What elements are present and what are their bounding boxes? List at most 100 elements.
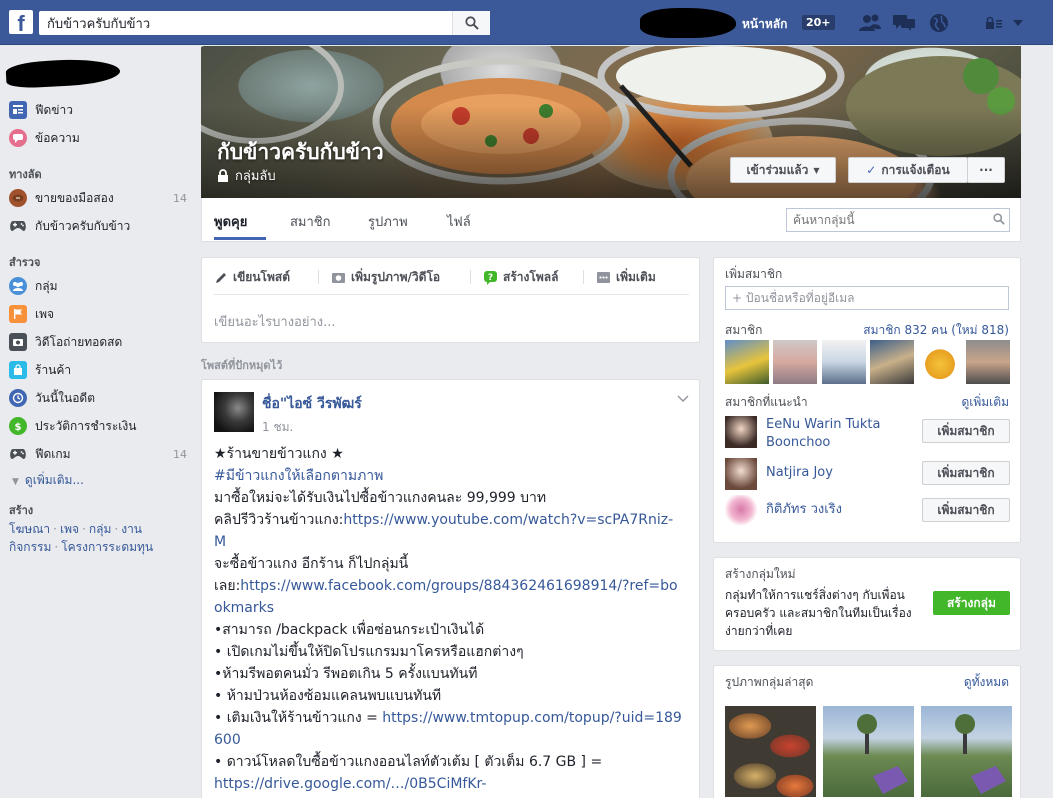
search-icon[interactable] <box>993 213 1005 228</box>
add-member-button[interactable]: เพิ่มสมาชิก <box>922 498 1010 522</box>
sidebar-item-pages[interactable]: เพจ <box>9 304 187 324</box>
members-count-link[interactable]: สมาชิก 832 คน (ใหม่ 818) <box>863 321 1009 340</box>
add-photo-video-tab[interactable]: เพิ่มรูปภาพ/วิดีโอ <box>331 268 440 287</box>
group-photo-thumbnail[interactable] <box>725 706 816 797</box>
composer-input[interactable]: เขียนอะไรบางอย่าง... <box>214 311 336 332</box>
create-group-description: กลุ่มทำให้การแชร์สิ่งต่างๆ กับเพื่อน ครอ… <box>725 588 912 638</box>
group-search-input[interactable] <box>787 209 987 231</box>
post-options-chevron-down-icon[interactable] <box>677 392 689 406</box>
suggested-see-more-link[interactable]: ดูเพิ่มเติม <box>961 393 1009 412</box>
dollar-coin-icon: $ <box>9 417 27 435</box>
post-line: •ห้ามรีพอตคนมั่ว รีพอตเกิน 5 ครั้งแบนทัน… <box>214 663 684 685</box>
sidebar-item-label: ข้อความ <box>35 130 80 145</box>
create-ad-link[interactable]: โฆษณา <box>9 522 50 536</box>
notifications-globe-icon[interactable] <box>927 12 951 34</box>
sidebar-item-on-this-day[interactable]: วันนี้ในอดีต <box>9 388 187 408</box>
sidebar-item-count: 14 <box>173 447 187 461</box>
news-feed-icon <box>9 101 27 119</box>
member-avatar[interactable] <box>966 340 1010 384</box>
create-poll-label: สร้างโพลล์ <box>503 270 559 284</box>
post-author-name[interactable]: ชื่อ"ไอซ์ วีรพัฒร์ <box>262 393 362 415</box>
pinned-post: ชื่อ"ไอซ์ วีรพัฒร์ 1 ชม. ★ร้านขายข้าวแกง… <box>201 379 700 798</box>
post-text: ★ร้านขายข้าวแกง ★ <box>214 446 344 462</box>
group-photo-thumbnail[interactable] <box>921 706 1012 797</box>
sidebar-item-payment-history[interactable]: $ ประวัติการชำระเงิน <box>9 416 187 436</box>
post-timestamp[interactable]: 1 ชม. <box>262 418 293 437</box>
sidebar-item-game-feed[interactable]: ฟีดเกม 14 <box>9 444 187 464</box>
redacted-user-name <box>5 57 121 89</box>
member-avatar[interactable] <box>773 340 817 384</box>
suggested-member-name[interactable]: กิติภัทร วงเริง <box>766 501 916 519</box>
more-label: เพิ่มเติม <box>616 270 656 284</box>
create-fundraiser-link[interactable]: โครงการระดมทุน <box>61 540 153 554</box>
sidebar-item-groups[interactable]: กลุ่ม <box>9 276 187 296</box>
suggested-member-avatar[interactable] <box>725 416 757 448</box>
sidebar-item-shortcut-group[interactable]: กับข้าวครับกับข้าว <box>9 216 187 236</box>
privacy-shortcuts-icon[interactable] <box>982 12 1006 34</box>
member-avatar[interactable] <box>918 340 962 384</box>
friend-requests-icon[interactable] <box>858 12 882 34</box>
create-event-link[interactable]: งาน <box>121 522 142 536</box>
suggested-member-row: Natjira Joy เพิ่มสมาชิก <box>725 458 1015 498</box>
write-post-label: เขียนโพสต์ <box>233 270 291 284</box>
post-author-avatar[interactable] <box>214 392 254 432</box>
create-links: โฆษณา · เพจ · กลุ่ม · งาน กิจกรรม · โครงการระดมท… <box>9 520 184 556</box>
add-photo-video-label: เพิ่มรูปภาพ/วิดีโอ <box>351 270 441 284</box>
tab-files[interactable]: ไฟล์ <box>447 211 471 232</box>
hashtag-link[interactable]: #มีข้าวแกงให้เลือกตามภาพ <box>214 468 383 484</box>
sidebar-item-news-feed[interactable]: ฟีดข่าว <box>9 100 187 120</box>
account-menu-chevron-down-icon[interactable] <box>1006 12 1030 34</box>
see-all-photos-link[interactable]: ดูทั้งหมด <box>964 673 1009 692</box>
sidebar-item-shop[interactable]: ร้านค้า <box>9 360 187 380</box>
search-button[interactable] <box>452 11 490 35</box>
group-photo-thumbnail[interactable] <box>823 706 914 797</box>
sidebar-item-messages[interactable]: ข้อความ <box>9 128 187 148</box>
facebook-logo-icon[interactable]: f <box>9 10 33 34</box>
create-group-link[interactable]: กลุ่ม <box>89 522 112 536</box>
sidebar-item-label: วิดีโอถ่ายทอดสด <box>35 334 123 349</box>
post-text: • เติมเงินให้ร้านข้าวแกง = <box>214 710 383 726</box>
add-member-button[interactable]: เพิ่มสมาชิก <box>922 461 1010 485</box>
suggested-member-name[interactable]: EeNu Warin Tukta Boonchoo <box>766 416 916 452</box>
facebook-group-link[interactable]: https://www.facebook.com/groups/88436246… <box>214 578 678 616</box>
more-dots-icon: ··· <box>979 163 993 177</box>
more-tab[interactable]: เพิ่มเติม <box>596 268 656 287</box>
search-input[interactable] <box>39 11 453 35</box>
create-header: สร้าง <box>9 504 34 517</box>
separator-dot: · <box>82 522 86 536</box>
suggested-member-avatar[interactable] <box>725 458 757 490</box>
shopping-bag-icon <box>9 361 27 379</box>
more-options-button[interactable]: ··· <box>967 157 1005 183</box>
add-member-input[interactable]: + ป้อนชื่อหรือที่อยู่อีเมล <box>725 286 1009 310</box>
member-avatar[interactable] <box>870 340 914 384</box>
create-page-link[interactable]: เพจ <box>60 522 79 536</box>
messages-icon[interactable] <box>892 12 916 34</box>
joined-button[interactable]: เข้าร่วมแล้ว ▼ <box>730 157 836 183</box>
google-drive-link[interactable]: https://drive.google.com/…/0B5CiMfKr- <box>214 776 486 792</box>
tab-members[interactable]: สมาชิก <box>290 211 331 232</box>
gamepad-icon <box>9 217 27 235</box>
composer-tab-separator <box>470 270 471 284</box>
recent-photos-card: รูปภาพกลุ่มล่าสุด ดูทั้งหมด <box>713 665 1021 798</box>
search-icon <box>464 16 479 30</box>
game-screenshot-icon <box>857 714 908 794</box>
add-member-button[interactable]: เพิ่มสมาชิก <box>922 419 1010 443</box>
sidebar-item-shortcut-secondhand[interactable]: ขายของมือสอง 14 <box>9 188 187 208</box>
create-poll-tab[interactable]: ? สร้างโพลล์ <box>483 268 558 287</box>
sidebar-item-live-video[interactable]: วิดีโอถ่ายทอดสด <box>9 332 187 352</box>
create-group-button[interactable]: สร้างกลุ่ม <box>933 591 1010 615</box>
caret-down-icon: ▼ <box>813 165 820 175</box>
see-more-link[interactable]: ▼ ดูเพิ่มเติม... <box>12 471 84 490</box>
tab-photos[interactable]: รูปภาพ <box>368 211 408 232</box>
suggested-member-avatar[interactable] <box>725 495 757 527</box>
notifications-button[interactable]: ✓ การแจ้งเตือน <box>848 157 968 183</box>
sidebar-item-count: 14 <box>173 191 187 205</box>
suggested-member-name[interactable]: Natjira Joy <box>766 464 916 482</box>
create-activity-link[interactable]: กิจกรรม <box>9 540 51 554</box>
home-link[interactable]: หน้าหลัก <box>742 15 787 34</box>
tab-discussion[interactable]: พูดคุย <box>214 211 247 232</box>
member-avatar[interactable] <box>822 340 866 384</box>
member-avatar[interactable] <box>725 340 769 384</box>
write-post-tab[interactable]: เขียนโพสต์ <box>214 268 290 287</box>
see-more-label: ดูเพิ่มเติม... <box>24 473 84 487</box>
